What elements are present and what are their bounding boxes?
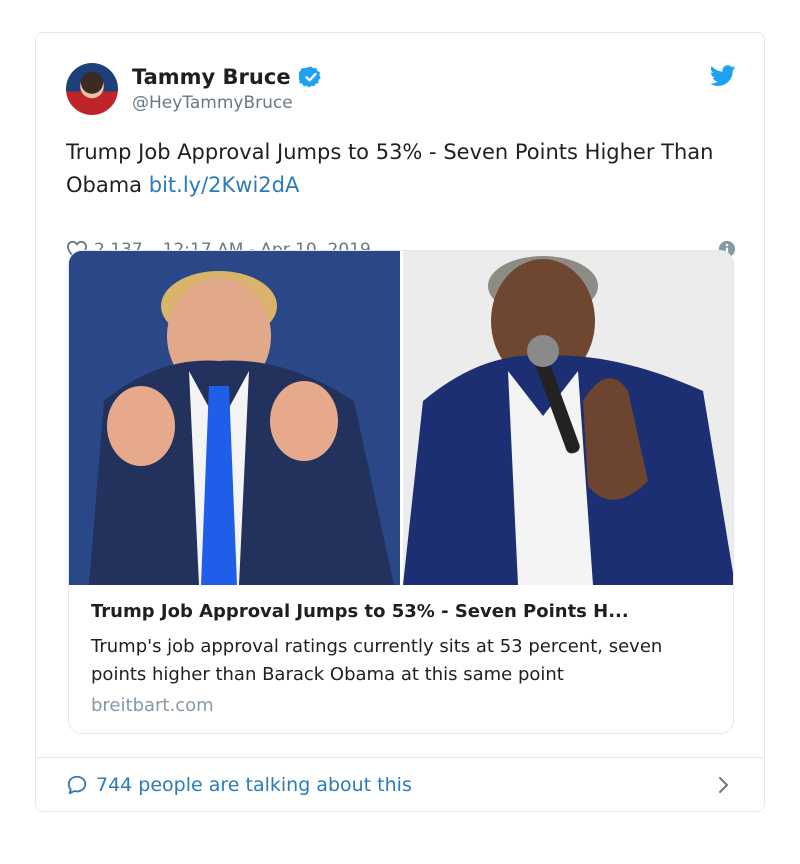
author-name-row[interactable]: Tammy Bruce [132, 63, 323, 91]
card-photo-right [403, 251, 733, 585]
card-photo-left [69, 251, 400, 585]
author-handle[interactable]: @HeyTammyBruce [132, 93, 293, 113]
verified-badge-icon [298, 66, 321, 88]
author-name[interactable]: Tammy Bruce [132, 65, 291, 89]
photo-right-illustration [403, 251, 733, 585]
tweet-text: Trump Job Approval Jumps to 53% - Seven … [66, 136, 746, 202]
speech-bubble-icon [67, 775, 87, 795]
card-title[interactable]: Trump Job Approval Jumps to 53% - Seven … [91, 601, 711, 627]
conversation-footer[interactable]: 744 people are talking about this [66, 771, 736, 799]
photo-left-illustration [69, 251, 400, 585]
card-text: Trump Job Approval Jumps to 53% - Seven … [91, 601, 711, 716]
twitter-bird-icon[interactable] [710, 65, 736, 87]
tweet-header: Tammy Bruce @HeyTammyBruce [66, 63, 736, 119]
chevron-right-icon[interactable] [716, 775, 730, 795]
card-description: Trump's job approval ratings currently s… [91, 636, 663, 685]
card-domain[interactable]: breitbart.com [91, 695, 711, 716]
tweet-embed[interactable]: Tammy Bruce @HeyTammyBruce Trump Job App… [35, 32, 765, 812]
card-photos[interactable] [69, 251, 733, 585]
link-card[interactable]: Trump Job Approval Jumps to 53% - Seven … [68, 250, 734, 734]
divider [36, 757, 764, 758]
talking-count[interactable]: 744 people are talking about this [96, 774, 412, 796]
avatar[interactable] [66, 63, 118, 115]
tweet-link[interactable]: bit.ly/2Kwi2dA [149, 173, 300, 197]
